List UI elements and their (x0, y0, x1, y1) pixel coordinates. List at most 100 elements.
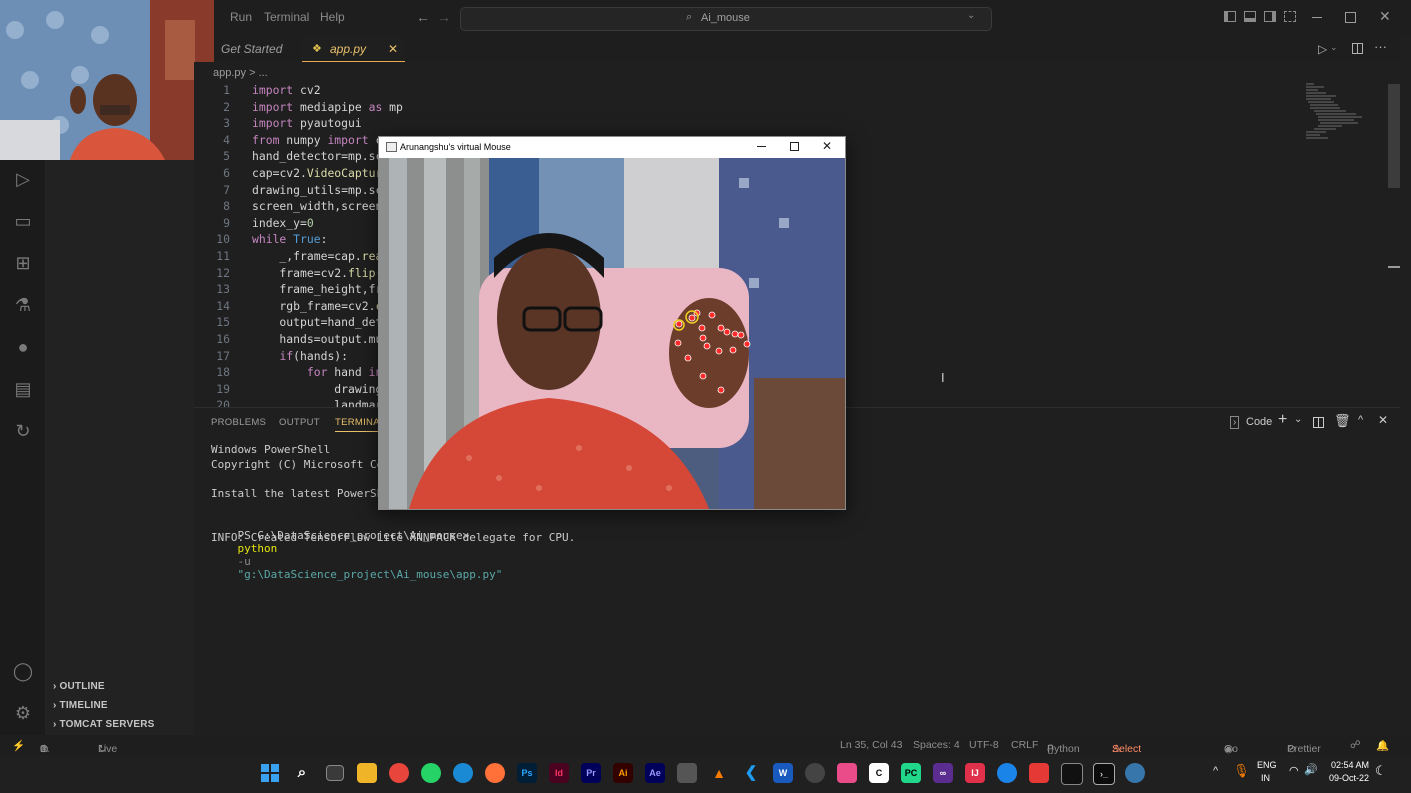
edge-icon[interactable] (453, 763, 473, 783)
terminal-app-icon[interactable] (1061, 763, 1083, 785)
ai-app-icon[interactable]: Ai (613, 763, 633, 783)
toggle-secondary-sidebar-icon[interactable] (1264, 11, 1276, 22)
github-icon[interactable]: ● (12, 336, 34, 358)
ae-app-icon[interactable]: Ae (645, 763, 665, 783)
word-icon[interactable]: W (773, 763, 793, 783)
terminal-dropdown-icon[interactable]: ⌄ (1294, 414, 1302, 425)
minimize-icon[interactable] (757, 146, 766, 147)
matlab-icon[interactable]: ▲ (709, 763, 729, 783)
notebook-icon[interactable]: ▤ (12, 378, 34, 400)
file-explorer-icon[interactable] (357, 763, 377, 783)
trash-icon[interactable]: 🗑 (1334, 413, 1351, 429)
toggle-panel-icon[interactable] (1244, 11, 1256, 22)
python-file-icon: ❖ (312, 43, 322, 55)
close-window-icon[interactable]: ✕ (1379, 8, 1391, 25)
ps-app-icon[interactable]: Ps (517, 763, 537, 783)
speaker-icon[interactable]: 🔊 (1304, 763, 1318, 776)
app-icon[interactable]: C (869, 763, 889, 783)
encoding[interactable]: UTF-8 (969, 739, 999, 751)
terminal-name[interactable]: Code (1246, 416, 1272, 428)
microphone-icon[interactable]: 🎙 (1233, 763, 1250, 779)
sidebar-section-timeline[interactable]: › TIMELINE (53, 700, 108, 711)
notifications-icon[interactable]: 🔔 (1376, 739, 1389, 752)
more-actions-icon[interactable]: ··· (1374, 39, 1387, 54)
end-of-line[interactable]: CRLF (1011, 739, 1038, 751)
minimize-icon[interactable] (1312, 17, 1322, 18)
whatsapp-icon[interactable] (421, 763, 441, 783)
language-indicator[interactable]: ENG (1257, 760, 1277, 770)
line-number: 1 (223, 83, 230, 97)
menu-terminal[interactable]: Terminal (264, 10, 309, 24)
pycharm-icon[interactable]: PC (901, 763, 921, 783)
split-editor-icon[interactable] (1352, 43, 1363, 54)
cursor-position[interactable]: Ln 35, Col 43 (840, 739, 902, 751)
chevron-down-icon[interactable]: ⌄ (967, 10, 975, 21)
split-terminal-icon[interactable] (1313, 417, 1324, 428)
line-number: 3 (223, 116, 230, 131)
extensions-icon[interactable]: ⊞ (12, 252, 34, 274)
close-icon[interactable]: ✕ (822, 139, 832, 153)
teamviewer-icon[interactable] (997, 763, 1017, 783)
visual-studio-icon[interactable]: ∞ (933, 763, 953, 783)
minimap[interactable] (1306, 82, 1370, 142)
task-view-icon[interactable] (326, 765, 344, 781)
app-icon[interactable] (1029, 763, 1049, 783)
account-icon[interactable]: ◯ (12, 660, 34, 682)
windows-start-icon[interactable] (261, 764, 279, 782)
vscode-icon[interactable]: ❮ (741, 763, 761, 783)
menu-run[interactable]: Run (230, 10, 252, 24)
clock-time[interactable]: 02:54 AM (1331, 760, 1369, 770)
remote-explorer-icon[interactable]: ▭ (12, 210, 34, 232)
cmd-icon[interactable]: ›_ (1093, 763, 1115, 785)
editor-scrollbar[interactable] (1388, 84, 1400, 188)
app-icon[interactable] (837, 763, 857, 783)
moon-icon[interactable]: ☾ (1375, 763, 1387, 779)
id-app-icon[interactable]: Id (549, 763, 569, 783)
tab-app-py[interactable]: ❖ app.py ✕ (302, 36, 405, 62)
opencv-window[interactable]: Arunangshu's virtual Mouse ✕ (378, 136, 846, 510)
chevron-up-icon[interactable]: ^ (1213, 765, 1218, 777)
indentation[interactable]: Spaces: 4 (913, 739, 960, 751)
app-icon[interactable] (805, 763, 825, 783)
sidebar-section-outline[interactable]: › OUTLINE (53, 681, 105, 692)
command-center-search[interactable]: ⌕ Ai_mouse (460, 7, 992, 31)
menu-help[interactable]: Help (320, 10, 345, 24)
line-number: 14 (216, 298, 230, 313)
python-icon[interactable] (1125, 763, 1145, 783)
code-text: frame_height,fr (252, 282, 383, 297)
forward-arrow-icon[interactable]: → (437, 9, 451, 25)
remote-icon[interactable]: ⚡ (12, 739, 25, 752)
tab-problems[interactable]: PROBLEMS (211, 417, 266, 428)
pr-app-icon[interactable]: Pr (581, 763, 601, 783)
maximize-icon[interactable] (1345, 12, 1356, 23)
clock-date[interactable]: 09-Oct-22 (1329, 773, 1369, 783)
tab-output[interactable]: OUTPUT (279, 417, 320, 428)
sidebar-section-tomcat[interactable]: › TOMCAT SERVERS (53, 719, 155, 730)
toggle-sidebar-icon[interactable] (1224, 11, 1236, 22)
firefox-icon[interactable] (485, 763, 505, 783)
run-debug-icon[interactable]: ▷ (12, 168, 34, 190)
close-panel-icon[interactable]: ✕ (1378, 413, 1388, 427)
feedback-icon[interactable]: ☍ (1350, 739, 1361, 751)
opencv-window-titlebar[interactable]: Arunangshu's virtual Mouse ✕ (379, 137, 845, 158)
line-number: 4 (223, 132, 230, 147)
search-icon[interactable]: ⌕ (292, 763, 312, 783)
gear-icon[interactable]: ⚙ (12, 702, 34, 724)
camera-icon[interactable] (677, 763, 697, 783)
terminal-command-line[interactable]: PS G:\DataScience_project\Ai_mouse> pyth… (211, 516, 503, 594)
new-terminal-icon[interactable]: + (1278, 411, 1287, 429)
maximize-panel-icon[interactable]: ^ (1358, 414, 1363, 426)
wifi-icon[interactable]: ◠ (1289, 764, 1299, 777)
maximize-icon[interactable] (790, 142, 799, 151)
customize-layout-icon[interactable] (1284, 11, 1296, 22)
breadcrumb[interactable]: app.py > ... (213, 67, 268, 79)
chevron-right-icon: › (53, 719, 57, 730)
live-share-icon[interactable]: ↻ (12, 420, 34, 442)
testing-icon[interactable]: ⚗ (12, 294, 34, 316)
run-python-icon[interactable]: ▷ (1318, 42, 1327, 56)
back-arrow-icon[interactable]: ← (416, 9, 430, 25)
run-dropdown-icon[interactable]: ⌄ (1330, 42, 1338, 53)
intellij-icon[interactable]: IJ (965, 763, 985, 783)
close-tab-icon[interactable]: ✕ (388, 36, 398, 62)
chrome-icon[interactable] (389, 763, 409, 783)
